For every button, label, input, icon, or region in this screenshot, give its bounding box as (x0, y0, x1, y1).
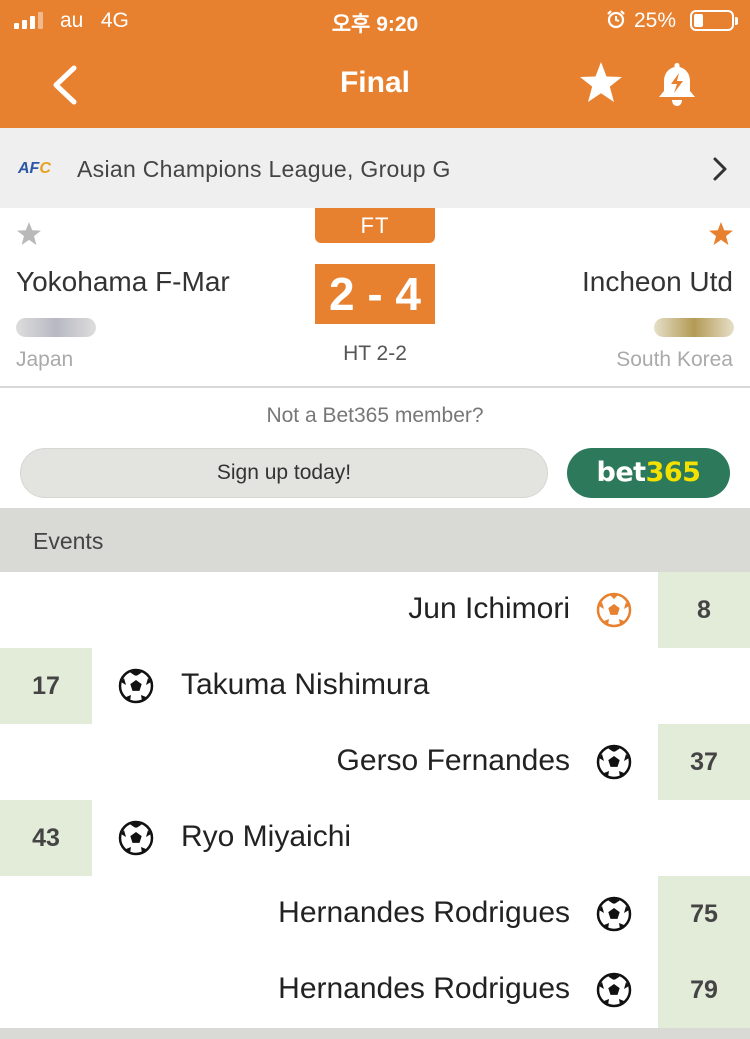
event-minute: 17 (0, 648, 92, 724)
event-player: Ryo Miyaichi (181, 820, 352, 853)
status-bar: au 4G 오후 9:20 25% (0, 0, 750, 40)
event-player: Hernandes Rodrigues (278, 896, 570, 929)
bell-icon[interactable] (656, 60, 698, 108)
event-minute: 75 (658, 876, 750, 952)
goal-icon (596, 972, 632, 1008)
home-form-indicator (16, 318, 96, 337)
goal-icon (596, 896, 632, 932)
league-row[interactable]: AFC Asian Champions League, Group G (0, 128, 750, 208)
events-title: Events (33, 528, 104, 554)
match-status-badge: FT (315, 208, 435, 243)
promo-question: Not a Bet365 member? (266, 404, 484, 427)
event-row[interactable]: Jun Ichimori 8 (0, 572, 750, 648)
event-player: Hernandes Rodrigues (278, 972, 570, 1005)
battery-percent: 25% (634, 9, 677, 32)
event-row[interactable]: Gerso Fernandes 37 (0, 724, 750, 800)
event-player: Jun Ichimori (408, 592, 570, 625)
event-minute: 43 (0, 800, 92, 876)
events-list: Jun Ichimori 8 17 Takuma Nishimura Gerso… (0, 572, 750, 1028)
event-row[interactable]: 17 Takuma Nishimura (0, 648, 750, 724)
match-score: 2 - 4 (315, 264, 435, 324)
events-header: Events (0, 508, 750, 572)
halftime-score: HT 2-2 (343, 342, 407, 365)
away-team-name[interactable]: Incheon Utd (582, 266, 733, 298)
event-minute: 79 (658, 952, 750, 1028)
bet365-brand-365: 365 (645, 457, 701, 488)
page-title: Final (339, 66, 410, 99)
chevron-right-icon (713, 157, 727, 181)
top-bar: au 4G 오후 9:20 25% Final (0, 0, 750, 128)
bet365-brand-bet: bet (596, 457, 647, 488)
afc-logo: AFC (18, 160, 51, 177)
star-icon[interactable] (708, 221, 734, 247)
away-country: South Korea (616, 348, 733, 371)
away-form-indicator (654, 318, 734, 337)
goal-icon (118, 820, 154, 856)
battery-icon (690, 10, 738, 31)
alarm-icon (607, 10, 625, 29)
home-team-name[interactable]: Yokohama F-Mar (16, 266, 230, 298)
home-country: Japan (16, 348, 74, 371)
event-player: Takuma Nishimura (181, 668, 430, 701)
event-row[interactable]: 43 Ryo Miyaichi (0, 800, 750, 876)
event-row[interactable]: Hernandes Rodrigues 75 (0, 876, 750, 952)
event-minute: 8 (658, 572, 750, 648)
section-divider (0, 1028, 750, 1039)
match-header: Yokohama F-Mar Japan FT 2 - 4 HT 2-2 Inc… (0, 208, 750, 388)
star-icon[interactable] (16, 221, 42, 247)
star-icon[interactable] (578, 60, 624, 106)
event-row[interactable]: Hernandes Rodrigues 79 (0, 952, 750, 1028)
own-goal-icon (596, 592, 632, 628)
goal-icon (596, 744, 632, 780)
event-player: Gerso Fernandes (336, 744, 570, 777)
bet365-button[interactable]: bet365 (567, 448, 730, 498)
signup-button[interactable]: Sign up today! (20, 448, 548, 498)
event-minute: 37 (658, 724, 750, 800)
league-name: Asian Champions League, Group G (77, 156, 451, 182)
goal-icon (118, 668, 154, 704)
